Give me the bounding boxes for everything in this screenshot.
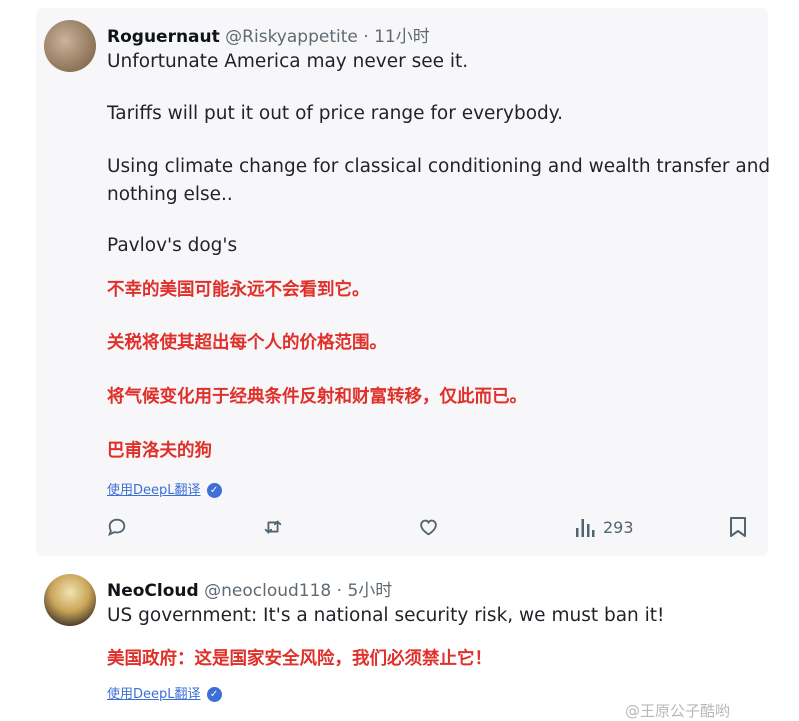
translation-line: 美国政府：这是国家安全风险，我们必须禁止它！ <box>107 649 492 669</box>
tweet-text-line: Unfortunate America may never see it. <box>107 51 469 72</box>
tweet-text-line: Tariffs will put it out of price range f… <box>107 103 563 124</box>
tweet-header: Roguernaut @Riskyappetite · 11小时 <box>107 22 430 47</box>
watermark: @王原公子酷哟 <box>625 702 731 720</box>
tweet-text-line: nothing else.. <box>107 184 233 205</box>
tweet-text: US government: It's a national security … <box>107 605 665 626</box>
username[interactable]: Roguernaut <box>107 27 220 47</box>
translation-line: 关税将使其超出每个人的价格范围。 <box>107 333 387 353</box>
timestamp[interactable]: 11小时 <box>374 27 430 47</box>
username[interactable]: NeoCloud <box>107 581 199 601</box>
views-button[interactable]: 293 <box>575 516 634 538</box>
separator: · <box>331 581 348 601</box>
translate-link[interactable]: 使用DeepL翻译 ✓ <box>107 479 222 498</box>
like-button[interactable] <box>417 516 440 538</box>
translation-line: 不幸的美国可能永远不会看到它。 <box>107 280 370 300</box>
deepl-icon: ✓ <box>206 687 222 702</box>
deepl-icon: ✓ <box>206 483 222 498</box>
tweet-text-line: Using climate change for classical condi… <box>107 156 771 177</box>
translation-line: 巴甫洛夫的狗 <box>107 441 212 461</box>
reply-button[interactable] <box>106 516 128 538</box>
tweet-header: NeoCloud @neocloud118 · 5小时 <box>107 576 392 601</box>
translation-line: 将气候变化用于经典条件反射和财富转移，仅此而已。 <box>107 387 527 407</box>
translate-link-label[interactable]: 使用DeepL翻译 <box>107 483 201 498</box>
translate-link-label[interactable]: 使用DeepL翻译 <box>107 687 201 702</box>
bookmark-icon <box>730 517 746 537</box>
user-handle[interactable]: @Riskyappetite <box>225 27 358 47</box>
translate-link[interactable]: 使用DeepL翻译 ✓ <box>107 683 222 702</box>
avatar[interactable] <box>44 20 96 72</box>
timestamp[interactable]: 5小时 <box>347 581 392 601</box>
tweet-text-line: Pavlov's dog's <box>107 235 238 256</box>
user-handle[interactable]: @neocloud118 <box>204 581 331 601</box>
separator: · <box>357 27 375 47</box>
bookmark-button[interactable] <box>728 516 748 538</box>
avatar[interactable] <box>44 574 96 626</box>
like-icon <box>420 519 437 536</box>
retweet-button[interactable] <box>261 516 285 538</box>
views-count: 293 <box>603 517 634 537</box>
reply-icon <box>108 518 126 537</box>
views-icon <box>576 519 595 537</box>
retweet-icon <box>264 520 282 534</box>
